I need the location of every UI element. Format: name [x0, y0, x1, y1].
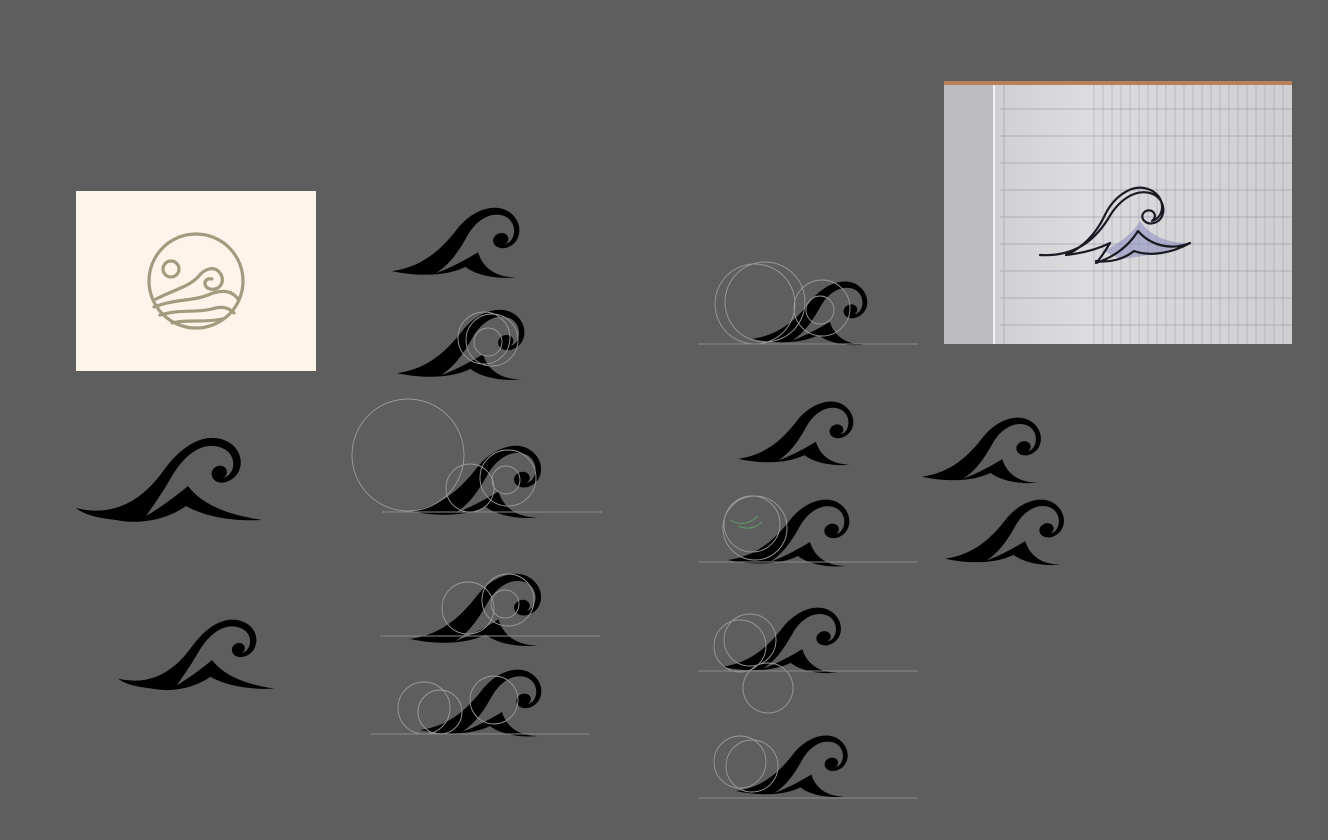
wave-variant-guides-2[interactable]: [397, 309, 525, 380]
wave-variant-guides-4[interactable]: [380, 573, 600, 646]
design-canvas[interactable]: [0, 0, 1328, 840]
wave-variant-guides-8[interactable]: [698, 495, 918, 567]
wave-variant-plain-11[interactable]: [922, 417, 1041, 484]
wave-variant-guides-6[interactable]: [698, 261, 918, 346]
wave-artwork-layer: [76, 207, 1064, 799]
wave-variant-long-tail-5[interactable]: [118, 619, 275, 691]
wave-variant-guides-5[interactable]: [370, 669, 590, 737]
wave-variant-plain-1[interactable]: [392, 207, 520, 278]
wave-variant-large-guide-3[interactable]: [351, 398, 602, 518]
wave-variant-plain-12[interactable]: [945, 499, 1064, 566]
wave-variant-plain-7[interactable]: [738, 401, 854, 466]
wave-variant-guides-9[interactable]: [698, 607, 918, 714]
wave-variant-long-tail-4[interactable]: [76, 437, 262, 522]
wave-variant-guides-10[interactable]: [698, 735, 918, 799]
